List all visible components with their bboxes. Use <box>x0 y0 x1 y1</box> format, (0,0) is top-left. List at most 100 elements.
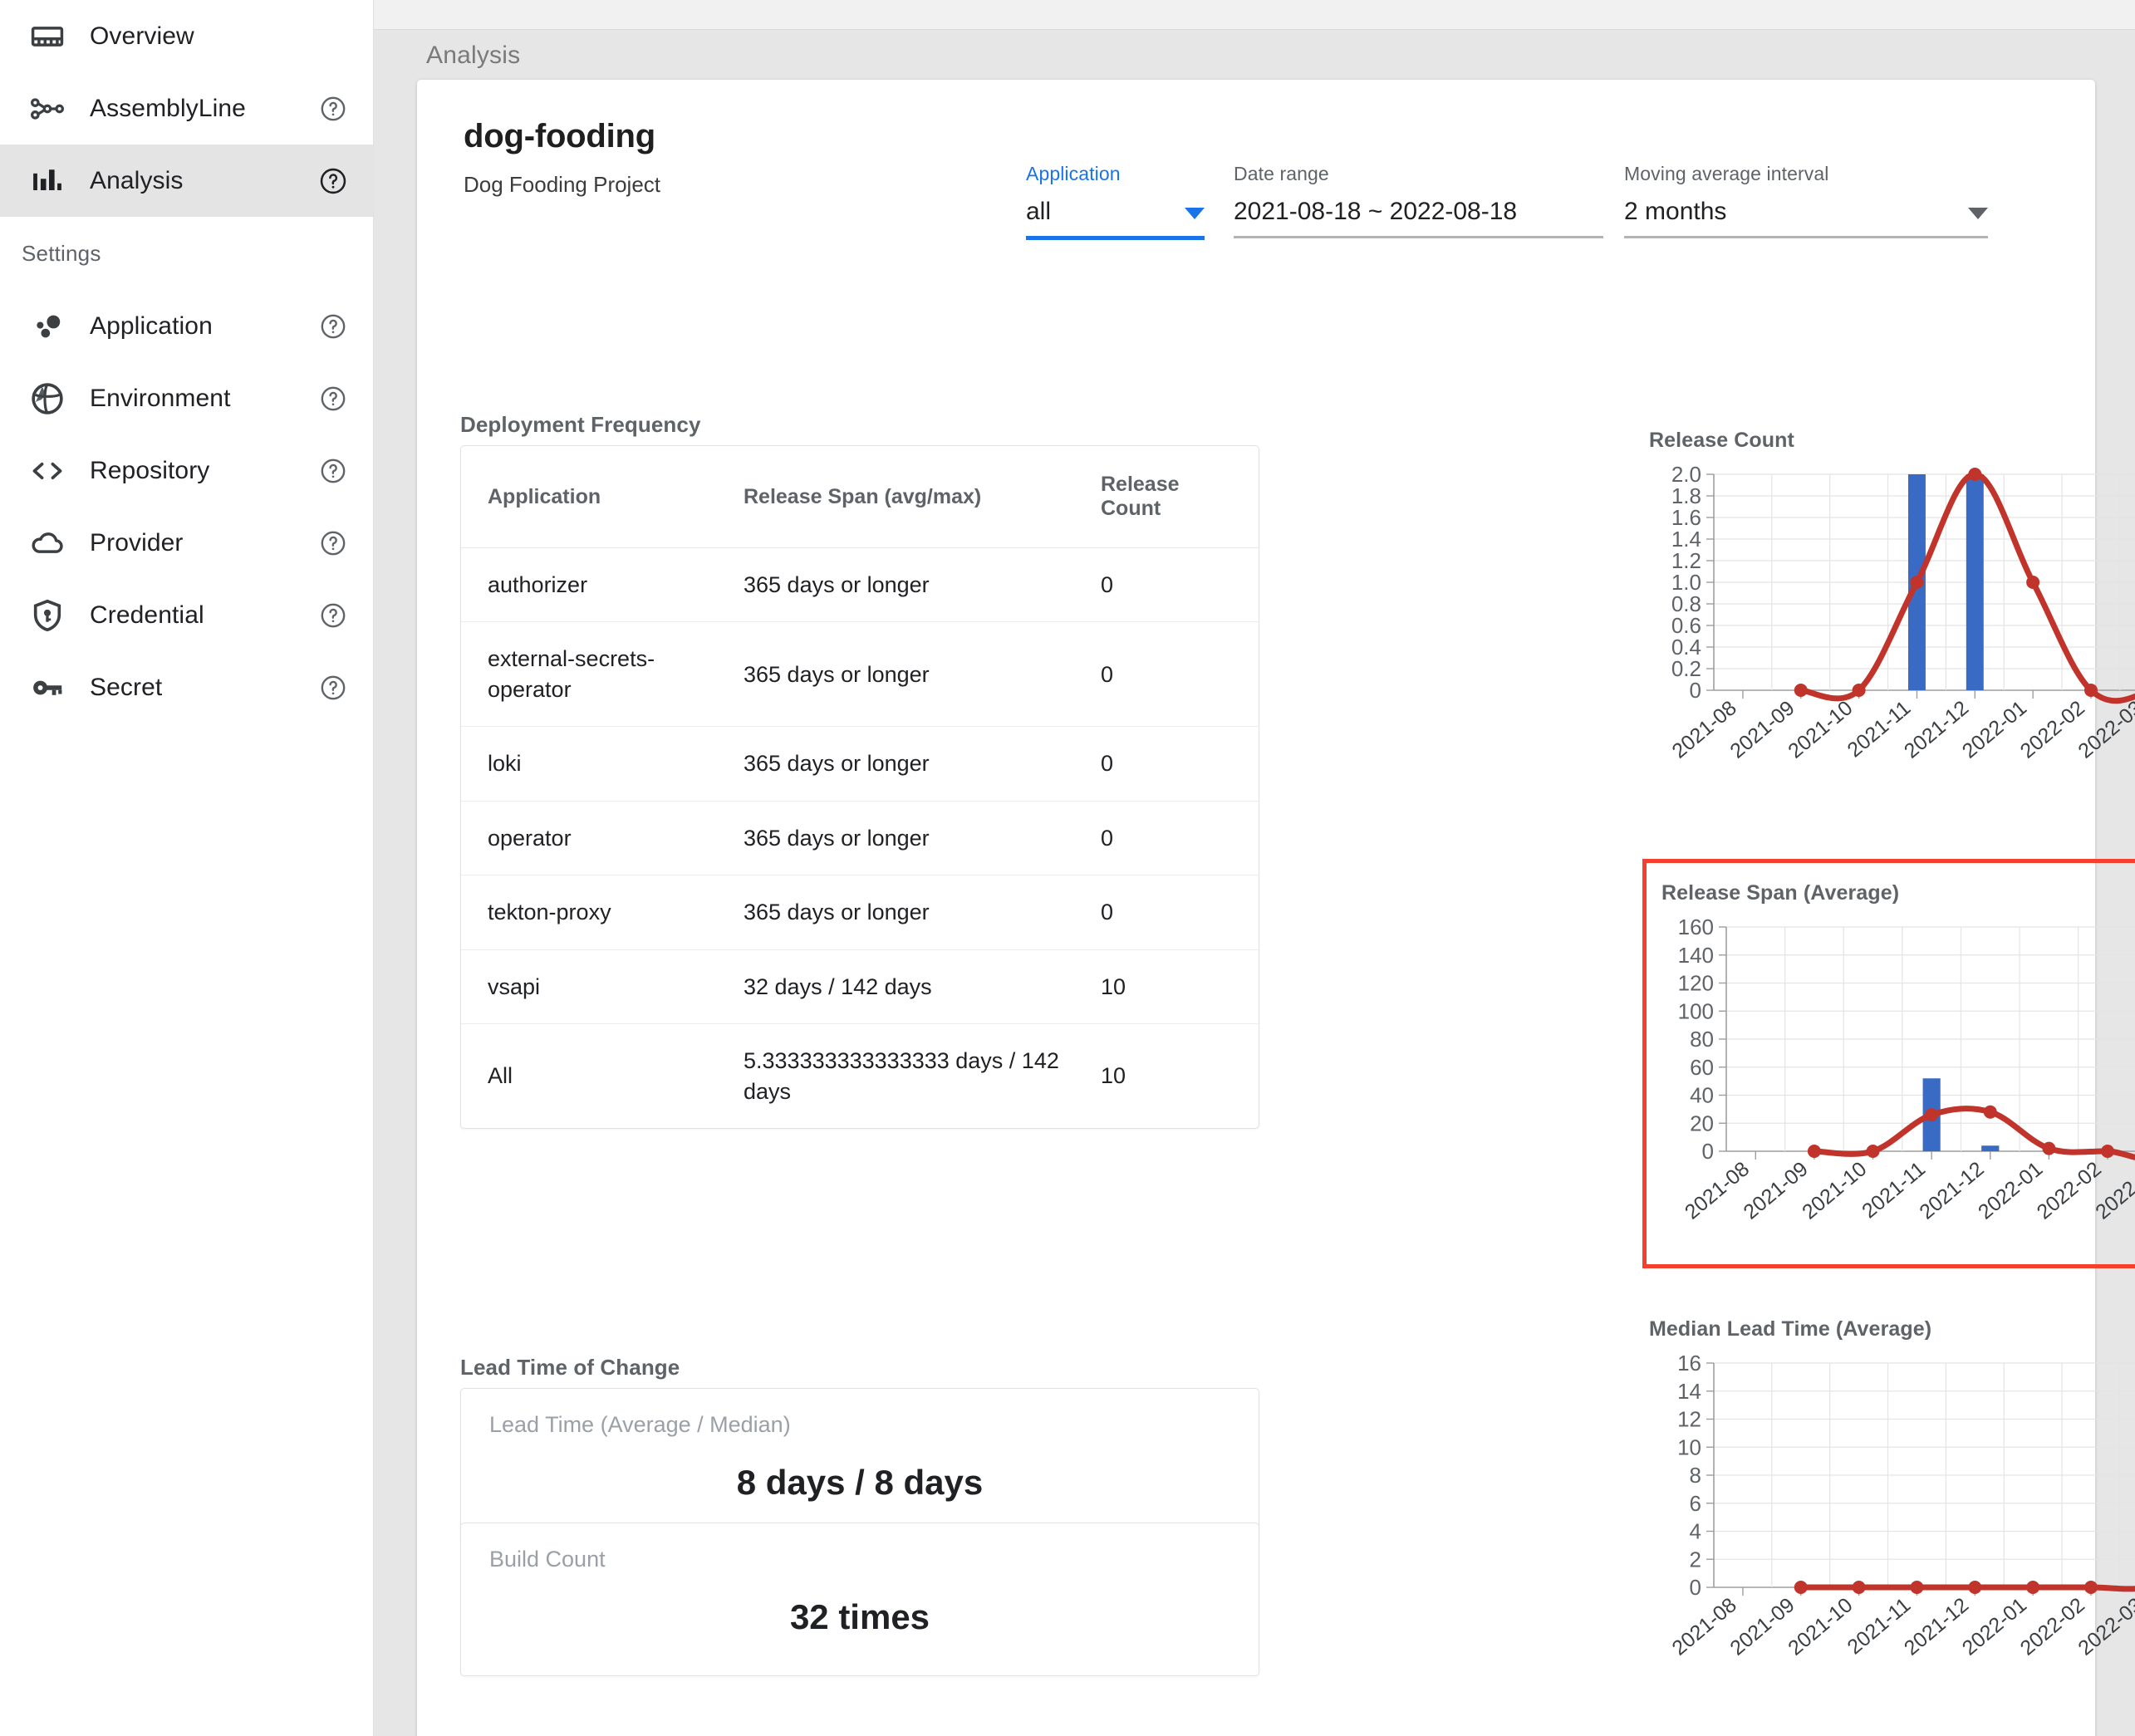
median-lead-time-average-chart: Median Lead Time (Average) 0 2 4 6 8 10 12 14 16… <box>1649 1317 2135 1685</box>
chart-canvas: 0 20 40 60 80 100 120 140 160 2021-08 2021-09 2021-… <box>1661 917 2135 1249</box>
help-circle-icon[interactable] <box>315 457 351 485</box>
date-range-filter[interactable]: Date range 2021-08-18 ~ 2022-08-18 <box>1234 163 1603 240</box>
cell-application: loki <box>461 726 744 802</box>
cell-release-span: 365 days or longer <box>744 875 1101 950</box>
table-row: vsapi 32 days / 142 days 10 <box>461 949 1259 1025</box>
code-icon <box>22 453 73 489</box>
table-row: loki 365 days or longer 0 <box>461 726 1259 802</box>
col-application: Application <box>461 446 744 548</box>
x-tick-label: 2022-03 <box>2074 1593 2135 1660</box>
topbar <box>374 0 2135 30</box>
help-circle-icon[interactable] <box>315 385 351 413</box>
cell-application: external-secrets-operator <box>461 621 744 728</box>
data-point <box>1794 684 1808 697</box>
sidebar-item-label: Credential <box>90 601 204 629</box>
table-row: All 5.333333333333333 days / 142 days 10 <box>461 1024 1259 1128</box>
table-header-row: Application Release Span (avg/max) Relea… <box>461 446 1259 548</box>
chevron-down-icon[interactable] <box>1185 208 1205 219</box>
data-point <box>1807 1145 1821 1158</box>
help-circle-icon[interactable] <box>315 166 351 196</box>
sidebar-item-credential[interactable]: Credential <box>0 579 373 651</box>
svg-text:12: 12 <box>1677 1407 1701 1432</box>
key-icon <box>22 669 73 706</box>
x-tick-label: 2021-08 <box>1667 1593 1740 1660</box>
svg-text:4: 4 <box>1690 1519 1701 1544</box>
x-tick-label: 2021-11 <box>1843 696 1915 762</box>
cell-release-count: 0 <box>1101 875 1259 950</box>
data-point <box>2026 1581 2040 1594</box>
application-icon <box>22 308 73 345</box>
sidebar-item-application[interactable]: Application <box>0 290 373 362</box>
svg-text:40: 40 <box>1690 1083 1714 1108</box>
chevron-down-icon[interactable] <box>1968 208 1988 219</box>
svg-text:100: 100 <box>1678 998 1714 1023</box>
help-circle-icon[interactable] <box>315 95 351 123</box>
breadcrumb: Analysis <box>426 42 521 69</box>
data-point <box>1968 468 1982 481</box>
data-point <box>1794 1581 1808 1594</box>
sidebar-item-repository[interactable]: Repository <box>0 434 373 507</box>
svg-text:2: 2 <box>1690 1547 1701 1572</box>
svg-text:1.8: 1.8 <box>1671 483 1701 508</box>
help-circle-icon[interactable] <box>315 529 351 557</box>
sidebar-item-label: AssemblyLine <box>90 94 246 122</box>
x-tick-label: 2022-02 <box>2016 1593 2089 1660</box>
help-circle-icon[interactable] <box>315 312 351 341</box>
chart-title: Release Span (Average) <box>1661 881 1900 905</box>
x-tick-label: 2022-01 <box>1958 1593 2031 1660</box>
help-circle-icon[interactable] <box>315 601 351 630</box>
cell-release-span: 365 days or longer <box>744 547 1101 623</box>
sidebar-item-overview[interactable]: Overview <box>0 0 373 72</box>
data-point <box>1983 1105 1997 1119</box>
sidebar-item-label: Overview <box>90 22 194 50</box>
svg-text:0.4: 0.4 <box>1671 635 1701 660</box>
chart-canvas: 0 0.2 0.4 0.6 0.8 1.0 1.2 1.4 1.6 1.8 2.0 2021-08 20… <box>1649 464 2135 788</box>
svg-text:20: 20 <box>1690 1111 1714 1135</box>
table-row: authorizer 365 days or longer 0 <box>461 547 1259 623</box>
col-release-span: Release Span (avg/max) <box>744 446 1101 548</box>
data-point <box>1866 1145 1880 1158</box>
lead-time-card: Lead Time (Average / Median) 8 days / 8 … <box>460 1388 1259 1542</box>
main-content: Analysis dog-fooding Dog Fooding Project… <box>374 0 2135 1736</box>
svg-text:0.6: 0.6 <box>1671 613 1701 638</box>
data-point <box>1910 1581 1924 1594</box>
svg-text:160: 160 <box>1678 917 1714 939</box>
sidebar-item-environment[interactable]: Environment <box>0 362 373 434</box>
sidebar-item-label: Secret <box>90 673 163 701</box>
sidebar-item-assemblyline[interactable]: AssemblyLine <box>0 72 373 145</box>
data-point <box>1852 684 1866 697</box>
x-tick-label: 2021-12 <box>1915 1157 1988 1224</box>
moving-average-filter-label: Moving average interval <box>1624 163 1829 184</box>
sidebar-item-secret[interactable]: Secret <box>0 651 373 723</box>
overview-icon <box>22 18 73 55</box>
cell-release-span: 365 days or longer <box>744 801 1101 876</box>
table-row: tekton-proxy 365 days or longer 0 <box>461 875 1259 950</box>
bar <box>1966 474 1984 690</box>
cell-application: vsapi <box>461 949 744 1025</box>
chart-plot: 00.20.40.60.81.01.21.41.61.82.02021-0820… <box>1667 464 2135 763</box>
sidebar-item-label: Repository <box>90 456 210 484</box>
bar <box>1981 1145 2000 1151</box>
sidebar-item-analysis[interactable]: Analysis <box>0 145 373 217</box>
data-point <box>2084 684 2098 697</box>
deployment-frequency-title: Deployment Frequency <box>460 412 701 437</box>
svg-text:14: 14 <box>1677 1379 1701 1404</box>
date-range-filter-value: 2021-08-18 ~ 2022-08-18 <box>1234 198 1518 225</box>
cell-application: authorizer <box>461 547 744 623</box>
application-filter-value: all <box>1026 198 1052 225</box>
svg-text:1.6: 1.6 <box>1671 505 1701 530</box>
x-tick-label: 2021-11 <box>1858 1157 1930 1223</box>
sidebar-section-settings: Settings <box>22 240 101 266</box>
x-tick-label: 2022-03 <box>2074 696 2135 763</box>
sidebar-item-provider[interactable]: Provider <box>0 507 373 579</box>
lead-time-card-label: Lead Time (Average / Median) <box>489 1412 791 1437</box>
x-tick-label: 2022-01 <box>1974 1157 2047 1224</box>
application-filter[interactable]: Application all <box>1026 163 1205 240</box>
help-circle-icon[interactable] <box>315 674 351 702</box>
x-tick-label: 2021-08 <box>1681 1157 1754 1224</box>
table-row: external-secrets-operator 365 days or lon… <box>461 621 1259 728</box>
svg-text:80: 80 <box>1690 1027 1714 1052</box>
moving-average-filter[interactable]: Moving average interval 2 months <box>1624 163 1988 240</box>
chart-title: Release Count <box>1649 429 1794 452</box>
filter-bar: Application all Date range 2021-08-18 ~ … <box>1026 163 1988 240</box>
